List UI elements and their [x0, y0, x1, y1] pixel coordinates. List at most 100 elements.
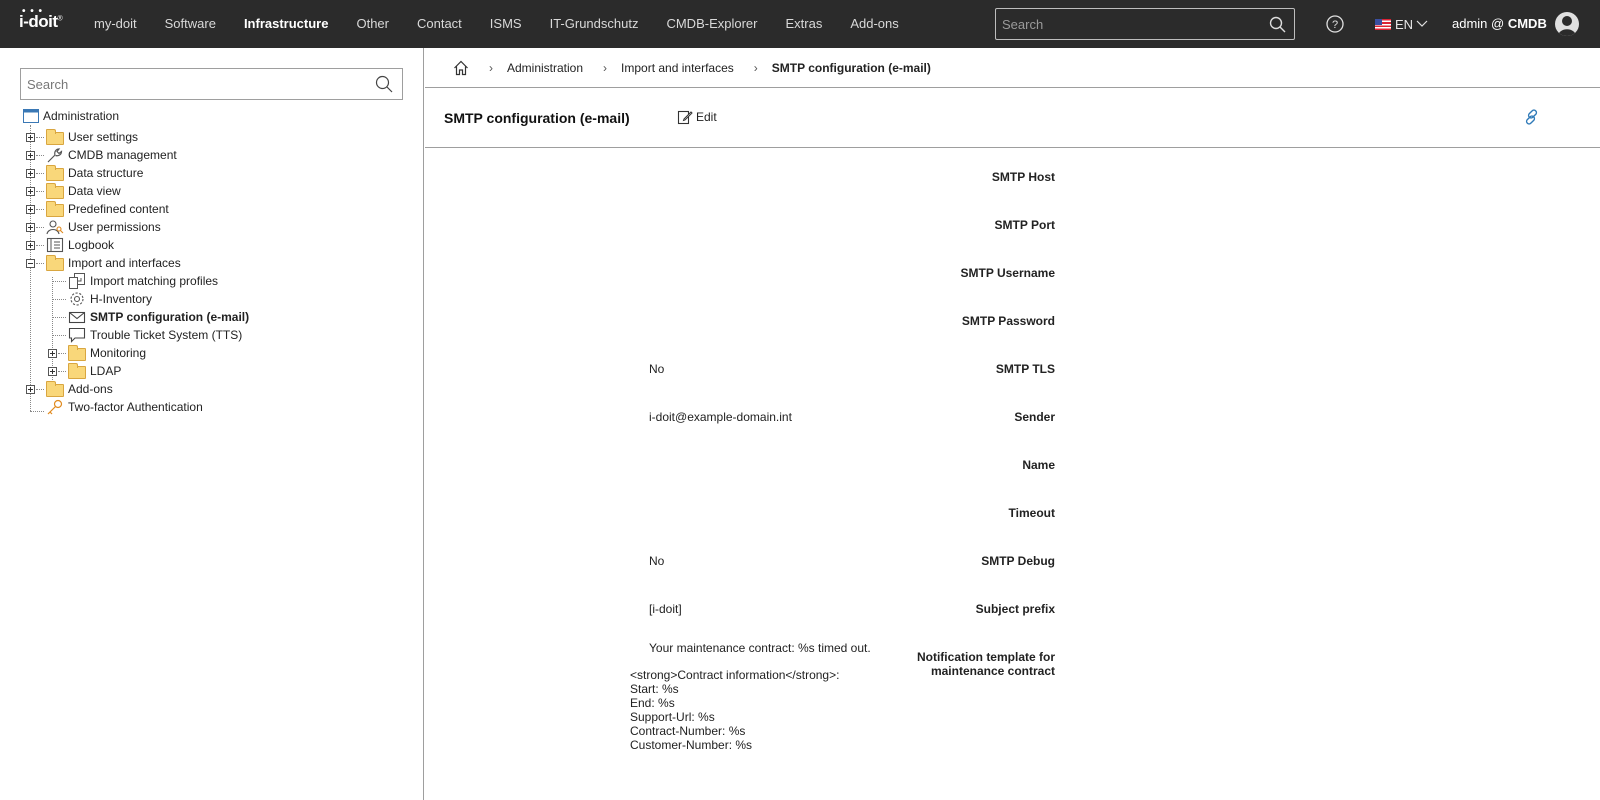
- nav-extras[interactable]: Extras: [771, 0, 836, 48]
- folder-icon: [46, 381, 64, 397]
- field-label: Sender: [1014, 410, 1055, 424]
- main-content: › Administration › Import and interfaces…: [425, 48, 1600, 800]
- folder-icon: [68, 345, 86, 361]
- field-label: Timeout: [1008, 506, 1055, 520]
- folder-icon: [46, 201, 64, 217]
- tree-item-smtp-configuration[interactable]: SMTP configuration (e-mail): [68, 308, 249, 326]
- top-bar: • • • i-doit® my-doit Software Infrastru…: [0, 0, 1600, 48]
- logbook-icon: [46, 237, 64, 253]
- window-icon: [23, 109, 39, 123]
- folder-open-icon: [46, 255, 64, 271]
- field-label: SMTP Password: [961, 314, 1055, 328]
- expand-monitoring[interactable]: [48, 349, 57, 358]
- help-icon[interactable]: ?: [1325, 14, 1345, 34]
- avatar[interactable]: [1555, 12, 1579, 36]
- field-label: Subject prefix: [975, 602, 1055, 616]
- edit-icon: [677, 110, 693, 125]
- tree-item-user-settings[interactable]: User settings: [46, 128, 138, 146]
- nav-contact[interactable]: Contact: [403, 0, 476, 48]
- nav-my-doit[interactable]: my-doit: [80, 0, 151, 48]
- breadcrumb-administration[interactable]: Administration: [507, 61, 583, 75]
- field-value: No: [649, 554, 665, 568]
- search-icon[interactable]: [375, 75, 393, 93]
- edit-button[interactable]: Edit: [677, 109, 717, 125]
- global-search-input[interactable]: [996, 9, 1256, 39]
- tree-item-h-inventory[interactable]: H-Inventory: [68, 290, 152, 308]
- envelope-icon: [68, 311, 86, 324]
- expand-cmdb-management[interactable]: [26, 151, 35, 160]
- tree-root-administration[interactable]: Administration: [23, 107, 119, 125]
- tree-item-user-permissions[interactable]: User permissions: [46, 218, 161, 236]
- field-label: SMTP Port: [994, 218, 1055, 232]
- expand-user-settings[interactable]: [26, 133, 35, 142]
- field-value: i-doit@example-domain.int: [649, 410, 792, 424]
- tree-item-import-matching-profiles[interactable]: Import matching profiles: [68, 272, 218, 290]
- breadcrumb-current: SMTP configuration (e-mail): [771, 60, 931, 75]
- field-value: [i-doit]: [649, 602, 682, 616]
- folder-icon: [68, 363, 86, 379]
- svg-text:?: ?: [1332, 19, 1338, 31]
- expand-logbook[interactable]: [26, 241, 35, 250]
- language-selector[interactable]: EN: [1375, 0, 1428, 48]
- breadcrumb-import-interfaces[interactable]: Import and interfaces: [621, 61, 734, 75]
- tree-item-import-interfaces[interactable]: Import and interfaces: [46, 254, 181, 272]
- tree-search-input[interactable]: [21, 69, 361, 99]
- nav-infrastructure[interactable]: Infrastructure: [230, 0, 343, 48]
- expand-ldap[interactable]: [48, 367, 57, 376]
- tree-item-data-view[interactable]: Data view: [46, 182, 121, 200]
- field-label: Name: [1022, 458, 1055, 472]
- navigation-tree-panel: Administration User settings CMDB manage…: [0, 48, 424, 800]
- template-first-line: Your maintenance contract: %s timed out.: [649, 641, 871, 655]
- page-title: SMTP configuration (e-mail): [444, 110, 630, 126]
- expand-data-view[interactable]: [26, 187, 35, 196]
- folder-icon: [46, 183, 64, 199]
- nav-other[interactable]: Other: [342, 0, 403, 48]
- field-label: SMTP TLS: [995, 362, 1055, 376]
- us-flag-icon: [1375, 18, 1391, 30]
- chevron-right-icon: ›: [603, 60, 608, 75]
- expand-data-structure[interactable]: [26, 169, 35, 178]
- nav-add-ons[interactable]: Add-ons: [836, 0, 912, 48]
- tree-item-cmdb-management[interactable]: CMDB management: [46, 146, 177, 164]
- expand-add-ons[interactable]: [26, 385, 35, 394]
- chevron-right-icon: ›: [489, 60, 493, 75]
- tree-item-predefined-content[interactable]: Predefined content: [46, 200, 169, 218]
- tree-item-monitoring[interactable]: Monitoring: [68, 344, 146, 362]
- tree-item-add-ons[interactable]: Add-ons: [46, 380, 113, 398]
- speech-bubble-icon: [68, 327, 86, 343]
- wrench-icon: [47, 148, 63, 163]
- import-profile-icon: [69, 273, 85, 289]
- tree-item-data-structure[interactable]: Data structure: [46, 164, 143, 182]
- nav-software[interactable]: Software: [151, 0, 230, 48]
- main-nav: my-doit Software Infrastructure Other Co…: [80, 0, 913, 48]
- tree-item-two-factor-authentication[interactable]: Two-factor Authentication: [46, 398, 203, 416]
- nav-isms[interactable]: ISMS: [476, 0, 536, 48]
- chevron-down-icon: [1416, 20, 1428, 27]
- field-label: SMTP Debug: [981, 554, 1055, 568]
- field-value: No: [649, 362, 665, 376]
- field-label: SMTP Username: [960, 266, 1055, 280]
- search-icon[interactable]: [1269, 16, 1286, 33]
- tree-item-logbook[interactable]: Logbook: [46, 236, 114, 254]
- gear-icon: [70, 292, 84, 306]
- collapse-import-interfaces[interactable]: [26, 259, 35, 268]
- expand-predefined-content[interactable]: [26, 205, 35, 214]
- nav-it-grundschutz[interactable]: IT-Grundschutz: [536, 0, 653, 48]
- nav-cmdb-explorer[interactable]: CMDB-Explorer: [652, 0, 771, 48]
- expand-user-permissions[interactable]: [26, 223, 35, 232]
- page-header: SMTP configuration (e-mail) Edit: [425, 88, 1600, 148]
- link-icon[interactable]: [1523, 108, 1541, 126]
- idoit-logo[interactable]: • • • i-doit®: [19, 6, 63, 36]
- field-label: SMTP Host: [991, 170, 1055, 184]
- users-icon: [46, 220, 64, 235]
- tree-item-trouble-ticket-system[interactable]: Trouble Ticket System (TTS): [68, 326, 242, 344]
- chevron-right-icon: ›: [753, 60, 758, 75]
- folder-icon: [46, 165, 64, 181]
- template-body: <strong>Contract information</strong>: S…: [630, 668, 840, 752]
- global-search: [995, 8, 1295, 40]
- user-menu[interactable]: admin @ CMDB: [1452, 0, 1547, 48]
- tree-item-ldap[interactable]: LDAP: [68, 362, 121, 380]
- folder-icon: [46, 129, 64, 145]
- user-icon: [1558, 16, 1576, 36]
- home-icon[interactable]: [453, 60, 469, 76]
